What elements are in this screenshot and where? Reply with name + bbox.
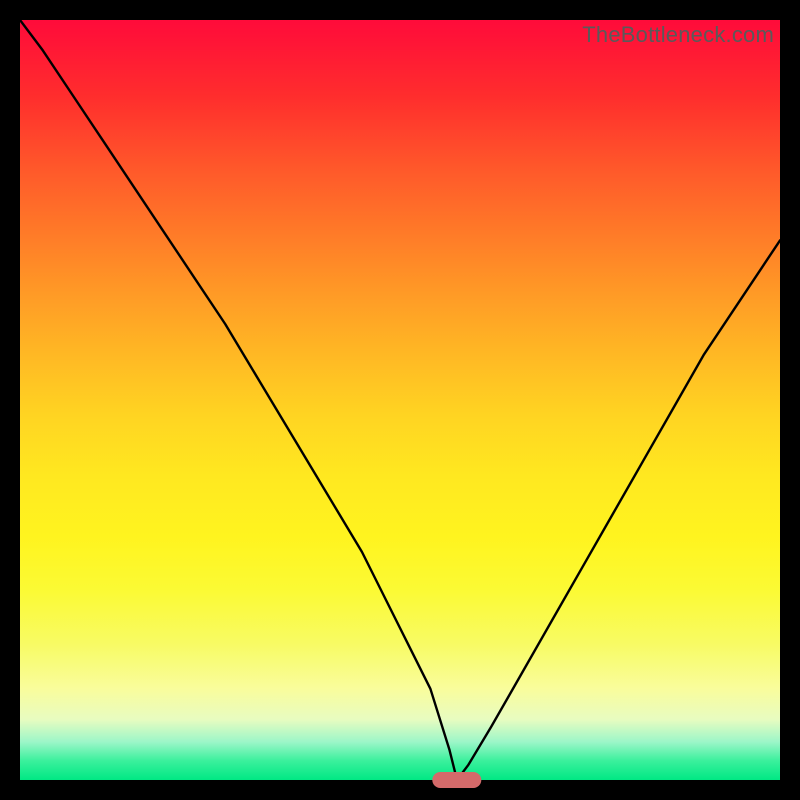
curve-path: [20, 20, 780, 780]
chart-frame: TheBottleneck.com: [0, 0, 800, 800]
min-marker: [432, 772, 481, 788]
plot-area: TheBottleneck.com: [20, 20, 780, 780]
watermark-text: TheBottleneck.com: [582, 22, 774, 48]
bottleneck-curve: [20, 20, 780, 780]
